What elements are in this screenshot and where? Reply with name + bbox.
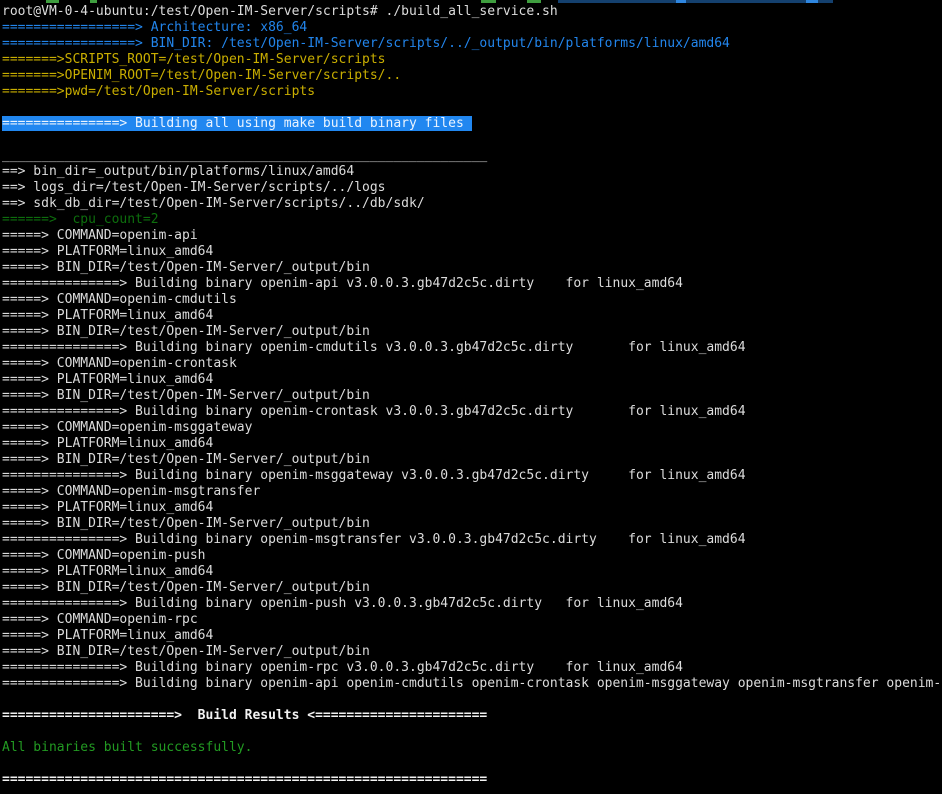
scrolled-text-fragment [90, 0, 97, 3]
platform-line: =====> PLATFORM=linux_amd64 [2, 564, 942, 580]
bin-dir-line: =====> BIN_DIR=/test/Open-IM-Server/_out… [2, 580, 942, 596]
scrolled-text-fragment [481, 0, 496, 3]
bin-dir-var-line: ==> bin_dir=_output/bin/platforms/linux/… [2, 164, 942, 180]
bin-dir-line: =====> BIN_DIR=/test/Open-IM-Server/_out… [2, 324, 942, 340]
command-line: =====> COMMAND=openim-rpc [2, 612, 942, 628]
command-line: =====> COMMAND=openim-cmdutils [2, 292, 942, 308]
scrolled-text-fragment [676, 0, 686, 3]
separator-equals: ========================================… [2, 772, 942, 788]
building-binary-line: ===============> Building binary openim-… [2, 660, 942, 676]
bin-dir-line: =====> BIN_DIR=/test/Open-IM-Server/_out… [2, 260, 942, 276]
logs-dir-var-line: ==> logs_dir=/test/Open-IM-Server/script… [2, 180, 942, 196]
bin-dir-line: =====> BIN_DIR=/test/Open-IM-Server/_out… [2, 516, 942, 532]
scripts-root-line: =======>SCRIPTS_ROOT=/test/Open-IM-Serve… [2, 52, 942, 68]
platform-line: =====> PLATFORM=linux_amd64 [2, 500, 942, 516]
scrolled-text-fragment [806, 0, 818, 3]
platform-line: =====> PLATFORM=linux_amd64 [2, 308, 942, 324]
command-line: =====> COMMAND=openim-api [2, 228, 942, 244]
platform-line: =====> PLATFORM=linux_amd64 [2, 372, 942, 388]
command-line: =====> COMMAND=openim-push [2, 548, 942, 564]
command-line: =====> COMMAND=openim-crontask [2, 356, 942, 372]
building-binary-line: ===============> Building binary openim-… [2, 340, 942, 356]
blank-line [2, 132, 942, 148]
blank-line [2, 756, 942, 772]
blank-line [2, 692, 942, 708]
separator-underscores: ________________________________________… [2, 148, 942, 164]
cpu-count-line: ======> cpu_count=2 [2, 212, 942, 228]
building-binary-line: ===============> Building binary openim-… [2, 404, 942, 420]
scrolled-text-fragment [527, 0, 541, 3]
bindir-line: =================> BIN_DIR: /test/Open-I… [2, 36, 942, 52]
platform-line: =====> PLATFORM=linux_amd64 [2, 244, 942, 260]
building-all-binaries-line: ===============> Building binary openim-… [2, 676, 942, 692]
scrolled-text-fragment [558, 0, 833, 3]
bin-dir-line: =====> BIN_DIR=/test/Open-IM-Server/_out… [2, 388, 942, 404]
openim-root-line: =======>OPENIM_ROOT=/test/Open-IM-Server… [2, 68, 942, 84]
command-line: =====> COMMAND=openim-msgtransfer [2, 484, 942, 500]
blank-line [2, 724, 942, 740]
prompt-line: root@VM-0-4-ubuntu:/test/Open-IM-Server/… [2, 4, 942, 20]
terminal-output: root@VM-0-4-ubuntu:/test/Open-IM-Server/… [2, 4, 942, 794]
building-all-banner: ===============> Building all using make… [2, 116, 942, 132]
bin-dir-line: =====> BIN_DIR=/test/Open-IM-Server/_out… [2, 452, 942, 468]
building-binary-line: ===============> Building binary openim-… [2, 596, 942, 612]
building-binary-line: ===============> Building binary openim-… [2, 468, 942, 484]
command-line: =====> COMMAND=openim-msggateway [2, 420, 942, 436]
building-binary-line: ===============> Building binary openim-… [2, 276, 942, 292]
platform-line: =====> PLATFORM=linux_amd64 [2, 436, 942, 452]
terminal-window[interactable]: root@VM-0-4-ubuntu:/test/Open-IM-Server/… [0, 0, 942, 794]
build-success-line: All binaries built successfully. [2, 740, 942, 756]
building-binary-line: ===============> Building binary openim-… [2, 532, 942, 548]
sdk-db-dir-var-line: ==> sdk_db_dir=/test/Open-IM-Server/scri… [2, 196, 942, 212]
platform-line: =====> PLATFORM=linux_amd64 [2, 628, 942, 644]
blank-line [2, 100, 942, 116]
arch-line: =================> Architecture: x86_64 [2, 20, 942, 36]
bin-dir-line: =====> BIN_DIR=/test/Open-IM-Server/_out… [2, 644, 942, 660]
scrolled-text-fragment [46, 0, 59, 3]
build-results-header: ======================> Build Results <=… [2, 708, 942, 724]
pwd-line: =======>pwd=/test/Open-IM-Server/scripts [2, 84, 942, 100]
